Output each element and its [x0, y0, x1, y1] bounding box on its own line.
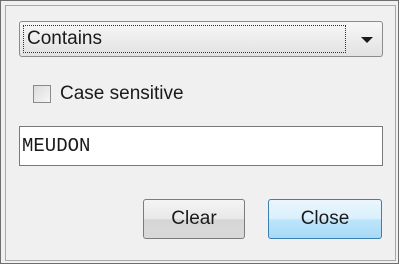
case-sensitive-label: Case sensitive [60, 83, 184, 104]
search-input[interactable] [19, 126, 383, 166]
filter-dialog: Contains Case sensitive Clear Close [0, 0, 399, 264]
match-mode-value: Contains [23, 25, 346, 53]
chevron-down-icon[interactable] [361, 37, 373, 43]
close-button[interactable]: Close [268, 199, 382, 239]
case-sensitive-option[interactable]: Case sensitive [33, 81, 184, 107]
clear-button[interactable]: Clear [143, 199, 245, 239]
match-mode-dropdown[interactable]: Contains [19, 21, 383, 57]
case-sensitive-checkbox[interactable] [33, 85, 51, 103]
